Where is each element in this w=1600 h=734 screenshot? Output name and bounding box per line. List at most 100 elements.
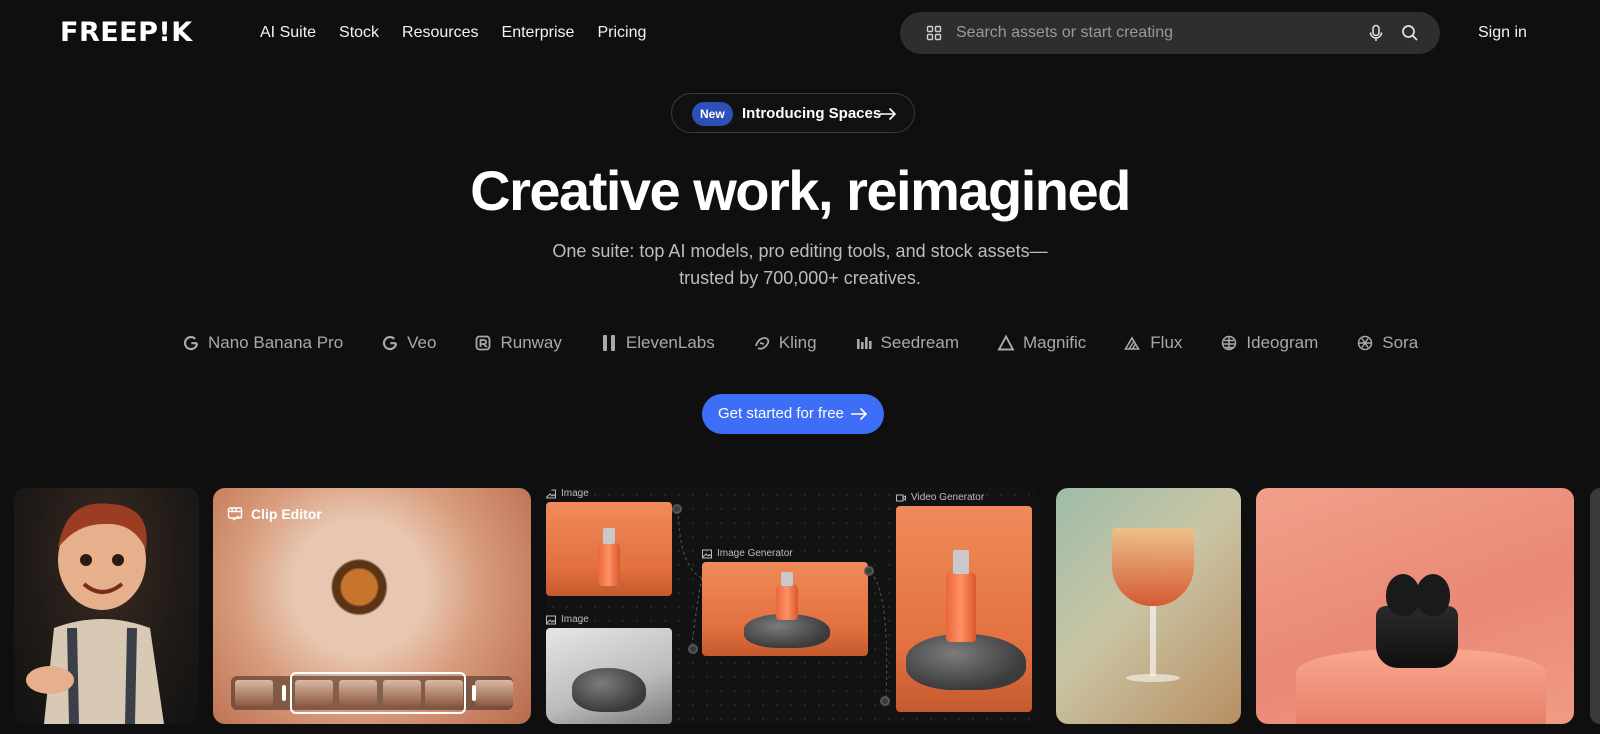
gallery-card-character[interactable]	[14, 488, 199, 724]
model-veo[interactable]: Veo	[381, 333, 436, 353]
model-kling[interactable]: Kling	[753, 333, 817, 353]
model-elevenlabs[interactable]: ElevenLabs	[600, 333, 715, 353]
model-label: Veo	[407, 333, 437, 352]
earbud-right-image	[1416, 574, 1450, 616]
clip-timeline[interactable]	[231, 672, 513, 714]
earbuds-case-image	[1376, 606, 1458, 668]
model-label: Magnific	[1022, 333, 1087, 352]
trim-handle-right[interactable]	[472, 685, 476, 701]
model-label: Nano Banana Pro	[208, 333, 344, 352]
search-icon[interactable]	[1400, 23, 1420, 43]
image-label: Image	[561, 614, 589, 625]
rock-image	[572, 668, 646, 712]
search-input[interactable]	[956, 12, 1336, 54]
announcement-pill[interactable]: New Introducing Spaces	[671, 93, 915, 133]
ai-models-row: Nano Banana Pro Veo Runway ElevenLabs Kl…	[182, 328, 1418, 358]
model-seedream[interactable]: Seedream	[855, 333, 959, 353]
gallery-card-partial[interactable]	[1590, 488, 1600, 724]
hero-subtitle-line-1: One suite: top AI models, pro editing to…	[552, 241, 1048, 261]
bottle-image	[598, 542, 620, 586]
freepik-logo[interactable]: FREEP!K	[60, 19, 193, 46]
earbud-left-image	[1386, 574, 1420, 616]
image-node-rock[interactable]	[546, 628, 672, 724]
kling-icon	[754, 337, 769, 350]
rock-image	[906, 634, 1026, 690]
nav-enterprise[interactable]: Enterprise	[502, 22, 575, 44]
nav-resources[interactable]: Resources	[402, 22, 478, 44]
sign-in-link[interactable]: Sign in	[1478, 22, 1527, 44]
image-generator-text: Image Generator	[717, 548, 793, 559]
nav-pricing[interactable]: Pricing	[597, 22, 646, 44]
model-label: Kling	[778, 333, 817, 352]
google-g-icon	[183, 336, 199, 351]
glass-foot	[1126, 674, 1180, 682]
cartoon-character-image	[26, 503, 164, 724]
model-sora[interactable]: Sora	[1356, 333, 1418, 353]
image-label: Image	[561, 488, 589, 499]
video-generator-text: Video Generator	[911, 492, 985, 503]
image-icon	[546, 489, 556, 498]
clip-editor-label: Clip Editor	[227, 506, 322, 522]
timeline-selection[interactable]	[290, 672, 466, 714]
model-label: Sora	[1382, 333, 1419, 352]
microphone-icon[interactable]	[1366, 23, 1386, 43]
arrow-right-icon	[851, 407, 868, 421]
get-started-button[interactable]: Get started for free	[702, 394, 884, 434]
model-label: Seedream	[880, 333, 959, 352]
google-g-icon	[383, 336, 398, 351]
model-ideogram[interactable]: Ideogram	[1220, 333, 1318, 353]
magnific-icon	[997, 334, 1015, 351]
model-label: ElevenLabs	[625, 333, 715, 352]
image-node-label: Image	[546, 488, 589, 499]
nav-stock[interactable]: Stock	[339, 22, 379, 44]
video-icon	[896, 494, 906, 501]
flux-icon	[1124, 336, 1141, 350]
bottle-cap	[603, 528, 615, 544]
bottle-cap	[953, 550, 969, 574]
cocktail-glass-image	[1112, 528, 1194, 606]
get-started-label: Get started for free	[718, 405, 844, 422]
announcement-text: Introducing Spaces	[742, 105, 882, 122]
runway-icon	[476, 335, 491, 351]
glass-stem	[1150, 606, 1156, 676]
hero-subtitle-line-2: trusted by 700,000+ creatives.	[679, 268, 921, 288]
search-bar[interactable]	[900, 12, 1440, 54]
image-node-bottle[interactable]	[546, 502, 672, 596]
video-generator-label: Video Generator	[896, 492, 984, 503]
nav-ai-suite[interactable]: AI Suite	[260, 22, 316, 44]
apps-grid-icon[interactable]	[926, 25, 942, 41]
new-badge: New	[692, 102, 733, 126]
image-generator-label: Image Generator	[702, 548, 793, 559]
arrow-right-icon	[880, 107, 897, 121]
sora-icon	[1358, 335, 1373, 351]
top-navigation: FREEP!K AI Suite Stock Resources Enterpr…	[0, 0, 1600, 66]
ideogram-icon	[1222, 335, 1237, 351]
hero-title: Creative work, reimagined	[470, 159, 1131, 222]
clip-editor-text: Clip Editor	[251, 506, 322, 522]
bottle-image	[946, 572, 976, 642]
elevenlabs-icon	[602, 335, 615, 351]
model-label: Runway	[500, 333, 562, 352]
bottle-image	[776, 584, 798, 620]
seedream-icon	[856, 337, 872, 349]
model-magnific[interactable]: Magnific	[997, 333, 1086, 353]
gallery-card-cocktail[interactable]	[1056, 488, 1241, 724]
model-runway[interactable]: Runway	[474, 333, 562, 353]
image-generator-node[interactable]	[702, 562, 868, 656]
gallery-card-earbuds[interactable]	[1256, 488, 1574, 724]
gallery-card-clip-editor[interactable]: Clip Editor	[213, 488, 531, 724]
image-node-label: Image	[546, 614, 589, 625]
connector-lines	[869, 571, 888, 699]
hero-subtitle: One suite: top AI models, pro editing to…	[500, 238, 1100, 292]
video-generator-node[interactable]	[896, 506, 1032, 712]
trim-handle-left[interactable]	[282, 685, 286, 701]
image-icon	[702, 549, 712, 558]
timeline-frame	[235, 680, 273, 706]
model-label: Ideogram	[1246, 333, 1319, 352]
gallery-card-workflow[interactable]: Image Image Image Generator Video Genera…	[546, 488, 1040, 724]
model-flux[interactable]: Flux	[1124, 333, 1182, 353]
main-menu: AI Suite Stock Resources Enterprise Pric…	[260, 22, 646, 44]
bottle-cap	[781, 572, 793, 586]
model-nano-banana-pro[interactable]: Nano Banana Pro	[182, 333, 343, 353]
model-label: Flux	[1150, 333, 1183, 352]
